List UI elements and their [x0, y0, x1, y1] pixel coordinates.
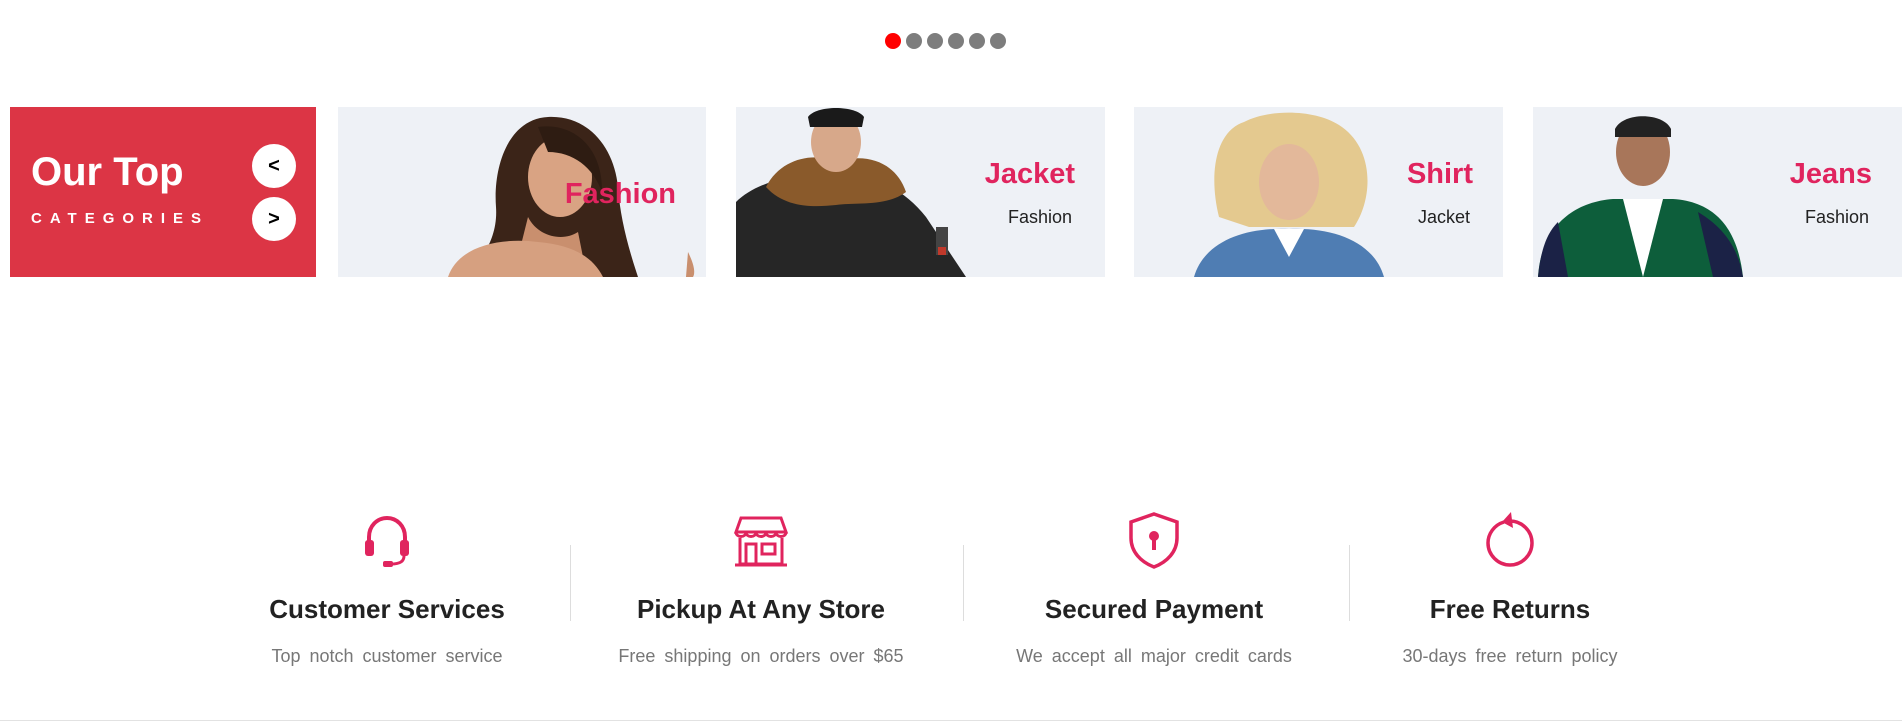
service-free-returns: Free Returns 30-days free return policy	[1345, 510, 1675, 667]
section-bottom-border	[0, 720, 1902, 721]
top-categories-carousel: Our Top CATEGORIES < > Fashion Jacket Fa…	[0, 107, 1902, 277]
man-jacket-image	[736, 108, 966, 277]
man-tracksuit-image	[1538, 116, 1743, 277]
categories-header-panel: Our Top CATEGORIES < >	[10, 107, 316, 277]
service-customer-services: Customer Services Top notch customer ser…	[222, 510, 552, 667]
headset-icon	[365, 515, 409, 567]
service-description: 30-days free return policy	[1402, 646, 1618, 666]
service-title: Pickup At Any Store	[636, 594, 885, 624]
category-card-subtitle: Fashion	[1007, 207, 1072, 227]
category-card-jeans[interactable]: Jeans Fashion	[1533, 107, 1902, 277]
service-description: Top notch customer service	[271, 646, 503, 666]
slider-dot-6[interactable]	[990, 33, 1006, 49]
category-card-title: Shirt	[1406, 158, 1473, 190]
divider	[963, 545, 964, 621]
category-card-jacket[interactable]: Jacket Fashion	[736, 107, 1105, 277]
page: Our Top CATEGORIES < > Fashion Jacket Fa…	[0, 0, 1902, 725]
service-title: Customer Services	[269, 594, 505, 624]
service-title: Free Returns	[1429, 594, 1591, 624]
category-card-title: Jacket	[984, 158, 1075, 190]
woman-denim-image	[1194, 112, 1384, 277]
slider-dots	[885, 33, 1006, 49]
slider-dot-3[interactable]	[927, 33, 943, 49]
carousel-next-button[interactable]: >	[252, 197, 296, 241]
service-secured-payment: Secured Payment We accept all major cred…	[989, 510, 1319, 667]
category-card-subtitle: Jacket	[1417, 207, 1470, 227]
shield-lock-icon	[1129, 512, 1179, 569]
slider-dot-1[interactable]	[885, 33, 901, 49]
category-card-shirt[interactable]: Shirt Jacket	[1134, 107, 1503, 277]
slider-dot-4[interactable]	[948, 33, 964, 49]
service-description: We accept all major credit cards	[1016, 646, 1292, 666]
category-card-fashion[interactable]: Fashion	[338, 107, 706, 277]
service-description: Free shipping on orders over $65	[618, 646, 904, 666]
service-title: Secured Payment	[1044, 594, 1264, 624]
category-card-title: Jeans	[1789, 158, 1872, 190]
rotate-icon	[1486, 512, 1534, 567]
service-pickup-store: Pickup At Any Store Free shipping on ord…	[596, 510, 926, 667]
store-icon	[733, 516, 789, 567]
categories-title: Our Top	[31, 150, 184, 194]
category-card-subtitle: Fashion	[1804, 207, 1869, 227]
divider	[570, 545, 571, 621]
carousel-prev-button[interactable]: <	[252, 144, 296, 188]
slider-dot-5[interactable]	[969, 33, 985, 49]
category-card-title: Fashion	[564, 178, 676, 210]
slider-dot-2[interactable]	[906, 33, 922, 49]
categories-subtitle: CATEGORIES	[31, 210, 210, 227]
